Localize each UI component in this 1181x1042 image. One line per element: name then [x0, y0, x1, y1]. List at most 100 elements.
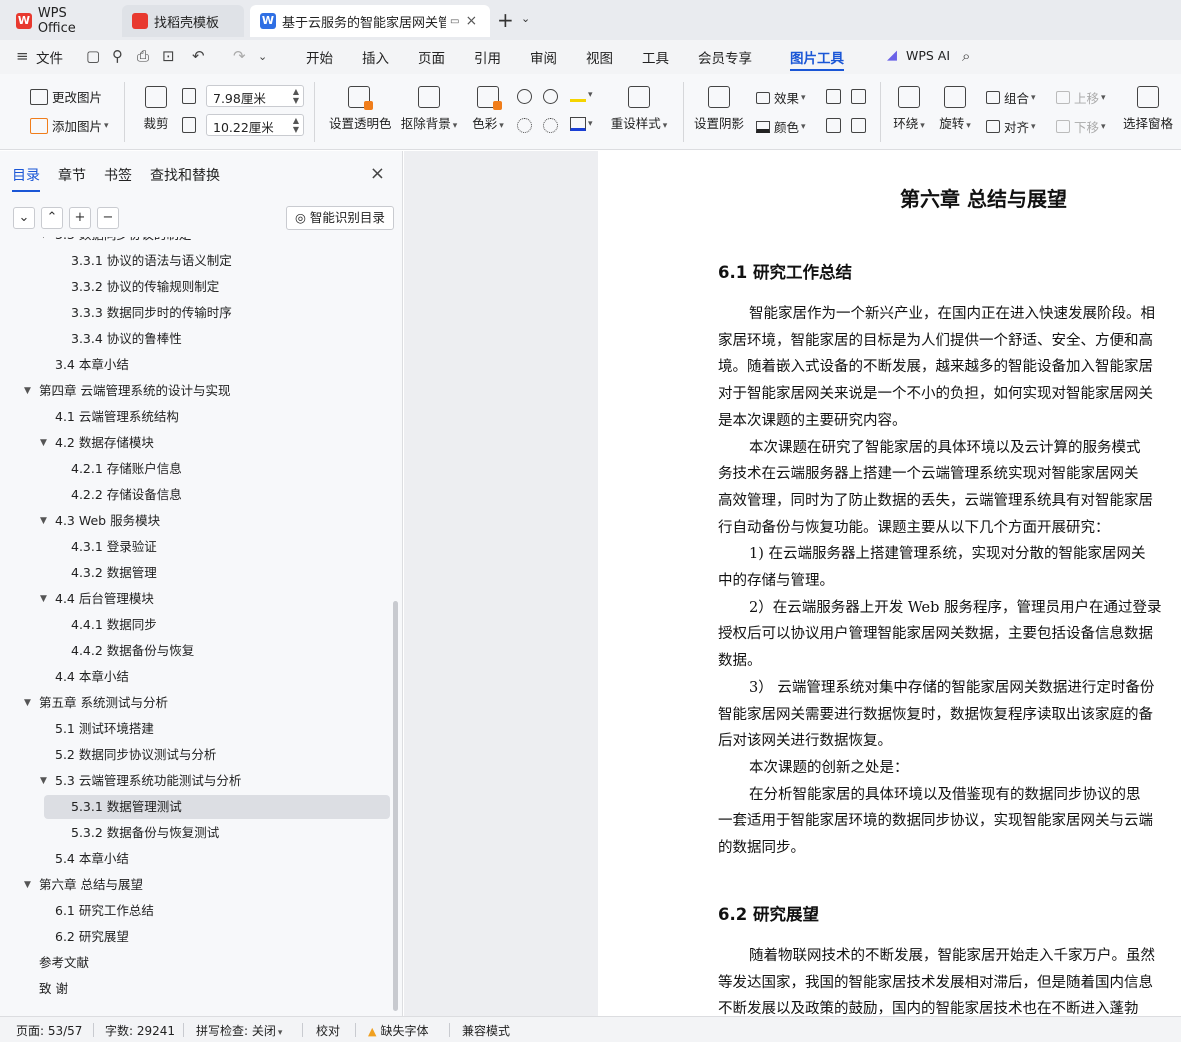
group-button[interactable]: 组合 ▾ — [986, 88, 1036, 107]
contrast-up-icon[interactable] — [543, 89, 558, 104]
tab-document[interactable]: W 基于云服务的智能家居网关管理 ▭ × — [250, 5, 490, 37]
toc-item[interactable]: 3.3.2 协议的传输规则制定 — [0, 275, 392, 299]
crop-button[interactable]: 裁剪 — [140, 86, 172, 132]
expand-caret-icon[interactable]: ▼ — [24, 379, 31, 403]
collapse-up-icon[interactable]: ⌃ — [41, 207, 63, 229]
toc-item[interactable]: 5.3.1 数据管理测试 — [44, 795, 390, 819]
menu-page[interactable]: 页面 — [418, 47, 445, 67]
menu-insert[interactable]: 插入 — [362, 47, 389, 67]
fill-color-button[interactable]: 颜色 ▾ — [756, 117, 806, 136]
document-page[interactable]: 第六章 总结与展望 6.1 研究工作总结 智能家居作为一个新兴产业，在国内正在进… — [598, 151, 1181, 1016]
toc-item[interactable]: ▼ 4.3 Web 服务模块 — [0, 509, 392, 533]
align-button[interactable]: 对齐 ▾ — [986, 117, 1036, 136]
tab-sections[interactable]: 章节 — [58, 165, 86, 185]
set-shadow-button[interactable]: 设置阴影 — [694, 86, 744, 132]
spinner-icon[interactable]: ▲ ▼ — [293, 116, 299, 134]
toc-item[interactable]: 4.4.2 数据备份与恢复 — [0, 639, 392, 663]
tab-find-replace[interactable]: 查找和替换 — [150, 165, 220, 185]
move-up-button[interactable]: 上移 ▾ — [1056, 88, 1106, 107]
menu-file[interactable]: 文件 — [36, 47, 63, 67]
tab-wps-office[interactable]: W WPS Office — [6, 5, 118, 37]
collapse-down-icon[interactable]: ⌄ — [13, 207, 35, 229]
contrast-down-icon[interactable] — [543, 118, 558, 133]
toc-item[interactable]: 5.1 测试环境搭建 — [0, 717, 392, 741]
add-image-button[interactable]: 添加图片 ▾ — [30, 116, 109, 135]
menu-reference[interactable]: 引用 — [474, 47, 501, 67]
chevron-down-icon[interactable]: ⌄ — [521, 12, 530, 25]
word-count[interactable]: 字数: 29241 — [105, 1022, 175, 1039]
tab-toc[interactable]: 目录 — [12, 165, 40, 192]
add-heading-icon[interactable]: + — [69, 207, 91, 229]
toc-item[interactable]: 4.2.1 存储账户信息 — [0, 457, 392, 481]
rotate-button[interactable]: 旋转 ▾ — [938, 86, 972, 132]
spinner-icon[interactable]: ▲ ▼ — [293, 87, 299, 105]
menu-start[interactable]: 开始 — [306, 47, 333, 67]
toc-item[interactable]: 5.2 数据同步协议测试与分析 — [0, 743, 392, 767]
toc-item[interactable]: 3.3.4 协议的鲁棒性 — [0, 327, 392, 351]
toc-item[interactable]: 6.1 研究工作总结 — [0, 899, 392, 923]
save-icon[interactable]: ▢ — [86, 47, 100, 65]
toc-item[interactable]: ▼ 4.2 数据存储模块 — [0, 431, 392, 455]
close-icon[interactable]: × — [465, 13, 477, 29]
toc-item[interactable]: ▼ 4.4 后台管理模块 — [0, 587, 392, 611]
shadow-right-icon[interactable] — [851, 118, 866, 133]
print-icon[interactable]: ⎙ — [137, 47, 149, 65]
border-color-button[interactable]: ▾ — [570, 117, 593, 131]
toc-scrollbar[interactable] — [393, 601, 398, 1011]
change-image-button[interactable]: 更改图片 — [30, 87, 102, 106]
toc-item[interactable]: 4.2.2 存储设备信息 — [0, 483, 392, 507]
search-icon[interactable]: ⌕ — [962, 47, 970, 65]
expand-caret-icon[interactable]: ▼ — [40, 587, 47, 611]
spell-check-toggle[interactable]: 拼写检查: 关闭 ▾ — [196, 1022, 282, 1039]
toc-item[interactable]: 3.4 本章小结 — [0, 353, 392, 377]
toc-item[interactable]: 4.3.1 登录验证 — [0, 535, 392, 559]
remove-heading-icon[interactable]: − — [97, 207, 119, 229]
menu-wps-ai[interactable]: WPS AI — [906, 48, 950, 63]
move-down-button[interactable]: 下移 ▾ — [1056, 117, 1106, 136]
highlight-color-button[interactable]: ▾ — [570, 88, 593, 102]
brightness-up-icon[interactable] — [517, 89, 532, 104]
toc-item[interactable]: 5.4 本章小结 — [0, 847, 392, 871]
toc-item[interactable]: 致 谢 — [0, 977, 392, 1001]
toc-item[interactable]: 4.4.1 数据同步 — [0, 613, 392, 637]
toc-item[interactable]: 5.3.2 数据备份与恢复测试 — [0, 821, 392, 845]
selection-pane-button[interactable]: 选择窗格 — [1122, 86, 1174, 132]
menu-review[interactable]: 审阅 — [530, 47, 557, 67]
expand-caret-icon[interactable]: ▼ — [24, 873, 31, 897]
toc-item[interactable]: 3.3.1 协议的语法与语义制定 — [0, 249, 392, 273]
crop-tool-button[interactable] — [182, 117, 200, 133]
link-icon[interactable]: ⚲ — [112, 47, 123, 65]
toc-item[interactable]: 3.3.3 数据同步时的传输时序 — [0, 301, 392, 325]
missing-font-button[interactable]: ▲ 缺失字体 — [368, 1022, 428, 1039]
menu-member[interactable]: 会员专享 — [698, 47, 752, 67]
color-button[interactable]: 色彩 ▾ — [470, 86, 506, 132]
toc-item[interactable]: ▼ 第四章 云端管理系统的设计与实现 — [0, 379, 392, 403]
tab-daoke-templates[interactable]: 找稻壳模板 — [122, 5, 244, 37]
toc-item[interactable]: 4.3.2 数据管理 — [0, 561, 392, 585]
expand-caret-icon[interactable]: ▼ — [40, 509, 47, 533]
expand-caret-icon[interactable]: ▼ — [40, 237, 47, 247]
brightness-down-icon[interactable] — [517, 118, 532, 133]
hamburger-menu-icon[interactable]: ≡ — [16, 47, 29, 65]
expand-caret-icon[interactable]: ▼ — [40, 769, 47, 793]
shadow-down-icon[interactable] — [851, 89, 866, 104]
tab-bookmarks[interactable]: 书签 — [104, 165, 132, 185]
toc-item[interactable]: ▼ 3.3 数据同步协议的制定 — [0, 237, 392, 247]
close-icon[interactable]: × — [370, 163, 385, 184]
height-input[interactable]: 10.22厘米 ▲ ▼ — [206, 114, 304, 136]
shadow-offset-icon[interactable] — [826, 89, 841, 104]
wrap-button[interactable]: 环绕 ▾ — [892, 86, 926, 132]
expand-caret-icon[interactable]: ▼ — [40, 431, 47, 455]
proofread-button[interactable]: 校对 — [316, 1022, 340, 1039]
undo-icon[interactable]: ↶ — [192, 47, 205, 65]
width-input[interactable]: 7.98厘米 ▲ ▼ — [206, 85, 304, 107]
new-tab-plus-icon[interactable]: + — [497, 8, 514, 32]
effect-button[interactable]: 效果 ▾ — [756, 88, 806, 107]
expand-caret-icon[interactable]: ▼ — [24, 691, 31, 715]
set-transparent-button[interactable]: 设置透明色 — [329, 86, 392, 132]
toc-item[interactable]: 4.1 云端管理系统结构 — [0, 405, 392, 429]
chevron-down-icon[interactable]: ⌄ — [258, 50, 267, 63]
toc-item[interactable]: 参考文献 — [0, 951, 392, 975]
menu-view[interactable]: 视图 — [586, 47, 613, 67]
menu-tools[interactable]: 工具 — [642, 47, 669, 67]
